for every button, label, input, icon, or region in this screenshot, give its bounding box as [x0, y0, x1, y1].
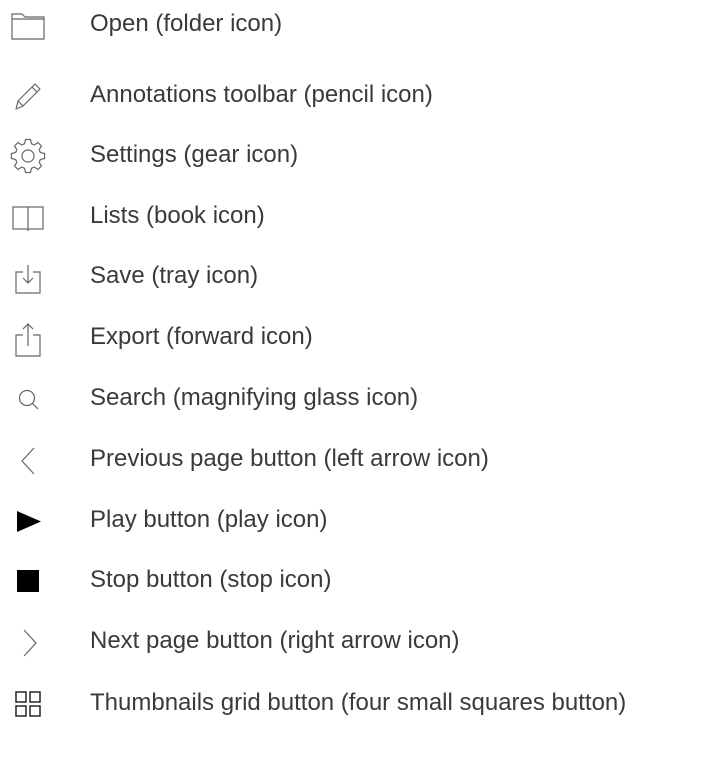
legend-label: Settings (gear icon)	[90, 141, 299, 168]
folder-icon	[8, 5, 48, 45]
legend-label: Annotations toolbar (pencil icon)	[90, 81, 433, 108]
legend-row-export: Export (forward icon)	[0, 314, 722, 362]
four-squares-icon	[8, 684, 48, 724]
legend-row-previous-page: Previous page button (left arrow icon)	[0, 436, 722, 484]
legend-row-play: Play button (play icon)	[0, 497, 722, 545]
legend-row-thumbnails-grid: Thumbnails grid button (four small squar…	[0, 680, 722, 728]
legend-label: Open (folder icon)	[90, 10, 283, 37]
legend-label: Lists (book icon)	[90, 202, 265, 229]
play-icon	[8, 501, 48, 541]
left-arrow-icon	[8, 440, 48, 480]
legend-label: Next page button (right arrow icon)	[90, 627, 460, 654]
legend-label: Export (forward icon)	[90, 323, 313, 350]
book-icon	[8, 197, 48, 237]
legend-row-settings: Settings (gear icon)	[0, 132, 722, 180]
forward-icon	[8, 318, 48, 358]
gear-icon	[8, 136, 48, 176]
legend-row-search: Search (magnifying glass icon)	[0, 375, 722, 423]
icon-legend: Open (folder icon) Annotations toolbar (…	[0, 0, 722, 772]
magnifying-glass-icon	[8, 379, 48, 419]
legend-label: Thumbnails grid button (four small squar…	[90, 689, 627, 716]
legend-row-next-page: Next page button (right arrow icon)	[0, 618, 722, 666]
stop-icon	[8, 561, 48, 601]
legend-label: Save (tray icon)	[90, 262, 259, 289]
tray-icon	[8, 257, 48, 297]
pencil-icon	[8, 76, 48, 116]
right-arrow-icon	[8, 622, 48, 662]
legend-row-open: Open (folder icon)	[0, 1, 722, 49]
legend-row-lists: Lists (book icon)	[0, 193, 722, 241]
legend-label: Stop button (stop icon)	[90, 566, 332, 593]
legend-label: Search (magnifying glass icon)	[90, 384, 419, 411]
legend-row-save: Save (tray icon)	[0, 253, 722, 301]
legend-row-stop: Stop button (stop icon)	[0, 557, 722, 605]
legend-label: Previous page button (left arrow icon)	[90, 445, 489, 472]
legend-row-annotations: Annotations toolbar (pencil icon)	[0, 72, 722, 120]
legend-label: Play button (play icon)	[90, 506, 328, 533]
